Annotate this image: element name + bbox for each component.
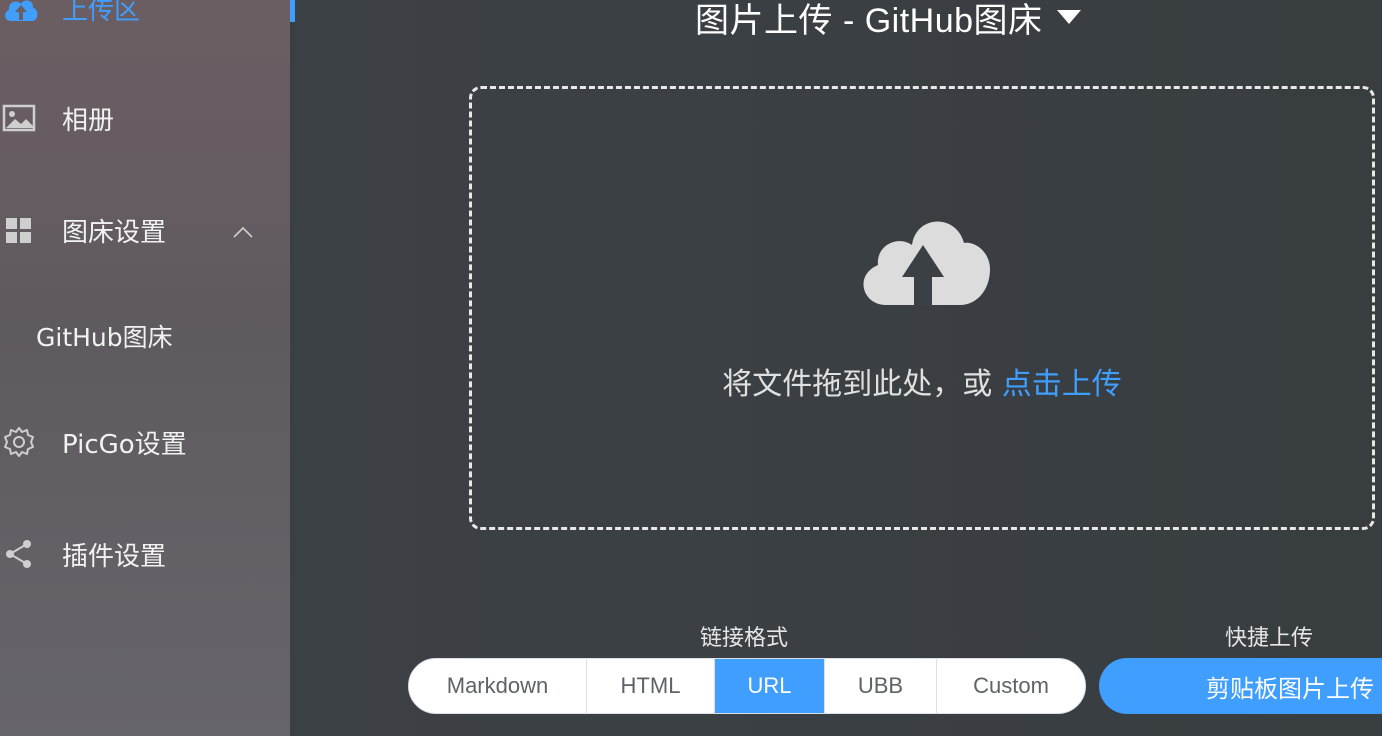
sidebar-subitem-github[interactable]: GitHub图床 [36,320,173,356]
format-ubb[interactable]: UBB [825,659,937,713]
cloud-upload-icon [856,205,990,313]
caret-down-icon[interactable] [1056,10,1081,24]
format-custom[interactable]: Custom [937,659,1085,713]
sidebar-item-label: PicGo设置 [62,429,187,460]
quick-upload-label: 快捷上传 [1225,626,1314,651]
share-icon [2,534,42,574]
dropzone-hint-text: 将文件拖到此处，或 [722,367,1002,402]
click-upload-link[interactable]: 点击上传 [1002,367,1122,402]
upload-dropzone[interactable]: 将文件拖到此处，或 点击上传 [469,86,1375,530]
page-title[interactable]: 图片上传 - GitHub图床 [695,0,1081,40]
format-url[interactable]: URL [715,659,825,713]
cloud-upload-icon [2,0,42,28]
format-html[interactable]: HTML [587,659,715,713]
image-icon [2,98,42,138]
sidebar: 上传区 相册 图床设置 GitHub图床 PicGo设置 插件设置 [0,0,290,736]
sidebar-item-label: 上传区 [62,0,141,26]
sidebar-item-album[interactable]: 相册 [0,98,114,138]
sidebar-item-picgo-settings[interactable]: PicGo设置 [0,422,187,462]
sidebar-item-plugin-settings[interactable]: 插件设置 [0,534,166,574]
sidebar-item-label: 图床设置 [62,217,167,248]
format-markdown[interactable]: Markdown [409,659,587,713]
gear-icon [2,422,42,462]
chevron-up-icon[interactable] [232,216,254,246]
grid-icon [2,210,42,250]
link-format-selector: Markdown HTML URL UBB Custom [408,658,1086,714]
sidebar-item-picbed-settings[interactable]: 图床设置 [0,210,290,250]
clipboard-upload-button[interactable]: 剪贴板图片上传 [1099,658,1382,714]
page-title-text: 图片上传 - GitHub图床 [695,1,1043,40]
main-panel: 图片上传 - GitHub图床 将文件拖到此处，或 点击上传 链接格式 快捷上传… [295,0,1382,736]
sidebar-item-upload[interactable]: 上传区 [0,0,140,28]
sidebar-item-label: 相册 [62,105,115,136]
link-format-label: 链接格式 [700,626,789,651]
sidebar-item-label: 插件设置 [62,541,167,572]
dropzone-hint: 将文件拖到此处，或 点击上传 [472,359,1372,403]
